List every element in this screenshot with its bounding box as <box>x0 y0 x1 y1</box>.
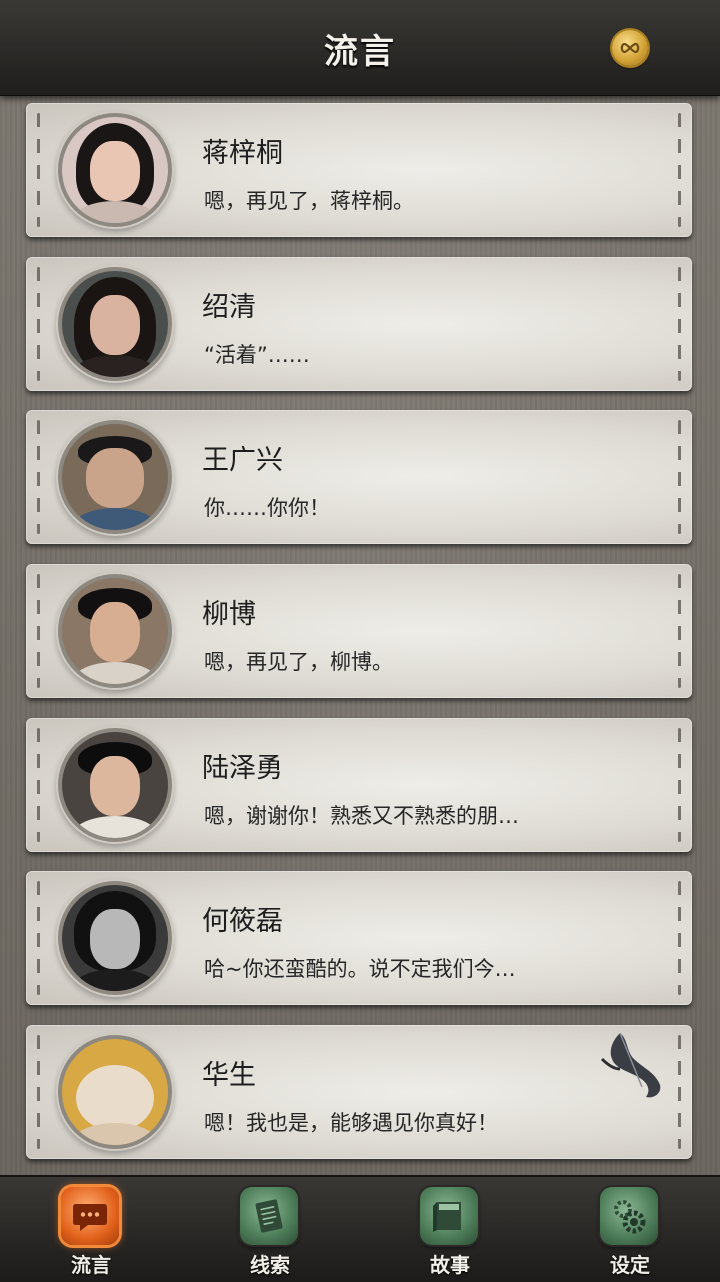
book-icon <box>420 1187 478 1245</box>
last-message: 哈~你还蛮酷的。说不定我们今… <box>204 957 516 981</box>
last-message: 嗯，谢谢你！熟悉又不熟悉的朋… <box>204 804 519 828</box>
tab-rumors[interactable]: 流言 <box>41 1185 141 1281</box>
avatar <box>62 1039 168 1145</box>
contact-card[interactable]: 柳博 嗯，再见了，柳博。 <box>26 564 692 698</box>
last-message: 嗯，再见了，柳博。 <box>204 650 393 674</box>
stitch-decoration <box>37 881 40 995</box>
contact-name: 陆泽勇 <box>202 753 283 784</box>
contact-name: 何筱磊 <box>202 906 283 937</box>
contact-name: 绍清 <box>202 292 256 323</box>
stitch-decoration <box>678 574 681 688</box>
stitch-decoration <box>678 1035 681 1149</box>
stitch-decoration <box>678 420 681 534</box>
contact-card[interactable]: 陆泽勇 嗯，谢谢你！熟悉又不熟悉的朋… <box>26 718 692 852</box>
stitch-decoration <box>37 267 40 381</box>
stitch-decoration <box>37 113 40 227</box>
contact-name: 华生 <box>202 1060 256 1091</box>
tab-label: 线索 <box>250 1253 290 1277</box>
tab-label: 设定 <box>610 1253 650 1277</box>
quill-icon <box>600 1032 661 1098</box>
contact-name: 柳博 <box>202 599 256 630</box>
avatar <box>62 424 168 530</box>
tab-label: 故事 <box>430 1253 470 1277</box>
contact-card[interactable]: 华生 嗯！我也是，能够遇见你真好！ <box>26 1025 692 1159</box>
avatar <box>62 578 168 684</box>
stitch-decoration <box>678 728 681 842</box>
stitch-decoration <box>678 113 681 227</box>
stitch-decoration <box>37 728 40 842</box>
contact-name: 蒋梓桐 <box>202 138 283 169</box>
notebook-icon <box>240 1187 298 1245</box>
tab-clues[interactable]: 线索 <box>220 1185 320 1281</box>
last-message: 你……你你！ <box>204 496 330 520</box>
tab-label: 流言 <box>71 1253 111 1277</box>
stitch-decoration <box>37 1035 40 1149</box>
chat-bubble-icon <box>61 1187 119 1245</box>
stitch-decoration <box>37 420 40 534</box>
stitch-decoration <box>678 881 681 995</box>
contact-card[interactable]: 何筱磊 哈~你还蛮酷的。说不定我们今… <box>26 871 692 1005</box>
contact-name: 王广兴 <box>202 445 283 476</box>
avatar <box>62 885 168 991</box>
top-bar: 流言 <box>0 0 720 96</box>
last-message: 嗯！我也是，能够遇见你真好！ <box>204 1111 498 1135</box>
contact-card[interactable]: 王广兴 你……你你！ <box>26 410 692 544</box>
tab-settings[interactable]: 设定 <box>580 1185 680 1281</box>
last-message: 嗯，再见了，蒋梓桐。 <box>204 189 414 213</box>
gear-icon <box>600 1187 658 1245</box>
bottom-nav: 流言 线索 故事 设定 <box>0 1175 720 1282</box>
avatar <box>62 271 168 377</box>
last-message: “活着”…… <box>204 343 310 367</box>
contact-card[interactable]: 蒋梓桐 嗯，再见了，蒋梓桐。 <box>26 103 692 237</box>
avatar <box>62 732 168 838</box>
stitch-decoration <box>678 267 681 381</box>
contact-card[interactable]: 绍清 “活着”…… <box>26 257 692 391</box>
avatar <box>62 117 168 223</box>
tab-story[interactable]: 故事 <box>400 1185 500 1281</box>
infinity-coin-icon[interactable] <box>612 30 648 66</box>
stitch-decoration <box>37 574 40 688</box>
